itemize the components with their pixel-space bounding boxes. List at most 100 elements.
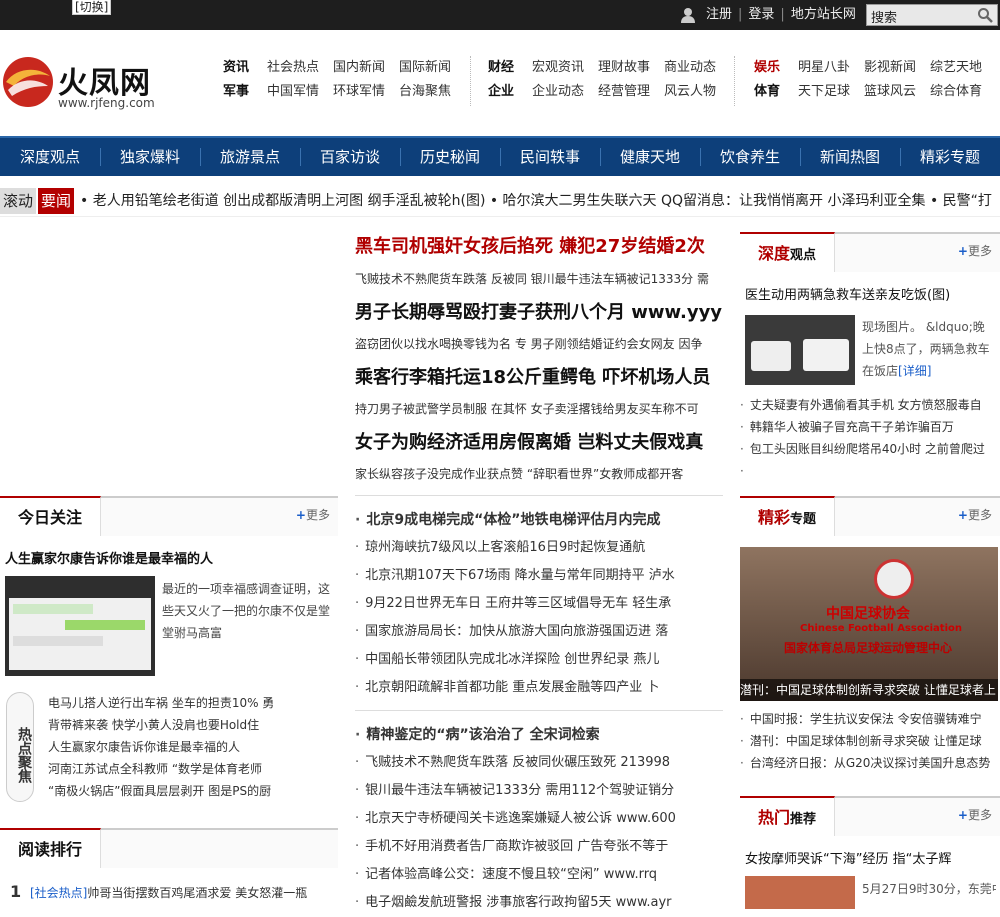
list-item[interactable]: 手机不好用消费者告厂商欺诈被驳回 广告夸张不等于: [355, 833, 723, 861]
main-nav-item[interactable]: 精彩专题: [900, 138, 1000, 176]
list-item[interactable]: 河南江苏试点全科教师 “数学是体育老师: [48, 758, 338, 780]
list-item[interactable]: 9月22日世界无车日 王府井等三区域倡导无车 轻生承: [355, 590, 723, 618]
search-input[interactable]: 搜索: [866, 4, 998, 26]
nav-category[interactable]: 军事: [223, 84, 249, 99]
tab-depth[interactable]: 深度观点: [740, 232, 836, 272]
nav-link[interactable]: 宏观资讯: [532, 60, 584, 75]
main-nav-item[interactable]: 饮食养生: [700, 138, 800, 176]
today-desc: 最近的一项幸福感调查证明，这些天又火了一把的尔康不仅是堂堂驸马高富: [162, 582, 331, 640]
today-headline[interactable]: 人生赢家尔康告诉你谁是最幸福的人: [5, 548, 213, 567]
list-item[interactable]: 韩籍华人被骗子冒充高干子弟诈骗百万: [740, 416, 1000, 438]
ticker-text[interactable]: • 老人用铅笔绘老街道 创出成都版清明上河图 纲手淫乱被轮h(图) • 哈尔滨大…: [80, 188, 992, 214]
detail-link[interactable]: [详细]: [898, 364, 931, 378]
list-item[interactable]: 潜刊：中国足球体制创新寻求突破 让懂足球: [740, 730, 1000, 752]
main-nav-item[interactable]: 独家爆料: [100, 138, 200, 176]
list-item[interactable]: 北京朝阳疏解非首都功能 重点发展金融等四产业 卜: [355, 674, 723, 702]
list-item[interactable]: 背带裤来袭 快学小黄人没肩也要Hold住: [48, 714, 338, 736]
tab-reading-rank[interactable]: 阅读排行: [0, 828, 102, 868]
rank-category[interactable]: [社会热点]: [30, 886, 87, 900]
list-item[interactable]: 电子烟鹼发航班警报 涉事旅客行政拘留5天 www.ayr: [355, 889, 723, 917]
nav-category[interactable]: 企业: [488, 84, 514, 99]
headline-link[interactable]: 乘客行李箱托运18公斤重鳄龟 吓坏机场人员: [355, 363, 710, 389]
headline-sub[interactable]: 持刀男子被武警学员制服 在其怀 女子卖淫撂钱给男友买车称不可: [355, 400, 720, 417]
nav-link[interactable]: 环球军情: [333, 84, 385, 99]
list-item[interactable]: “南极火锅店”假面具层层剥开 图是PS的厨: [48, 780, 338, 802]
list-item[interactable]: 银川最牛违法车辆被记1333分 需用112个驾驶证销分: [355, 777, 723, 805]
nav-link[interactable]: 中国军情: [267, 84, 319, 99]
headline-sub[interactable]: 盗窃团伙以找水喝换零钱为名 专 男子刚领结婚证约会女网友 因争: [355, 335, 720, 352]
headline-link[interactable]: 黑车司机强奸女孩后掐死 嫌犯27岁结婚2次: [355, 232, 705, 258]
more-link[interactable]: +更多: [958, 506, 992, 523]
nav-link[interactable]: 企业动态: [532, 84, 584, 99]
depth-box-header: 深度观点 +更多: [740, 232, 1000, 272]
main-nav: 深度观点 独家爆料 旅游景点 百家访谈 历史秘闻 民间轶事 健康天地 饮食养生 …: [0, 136, 1000, 176]
list-item[interactable]: 北京汛期107天下67场雨 降水量与常年同期持平 泸水: [355, 562, 723, 590]
nav-link[interactable]: 国际新闻: [399, 60, 451, 75]
list-item[interactable]: 琼州海峡抗7级风以上客滚船16日9时起恢复通航: [355, 534, 723, 562]
nav-link[interactable]: 商业动态: [664, 60, 716, 75]
today-thumbnail[interactable]: [5, 576, 155, 676]
list-item[interactable]: 北京天宁寺桥硬闯关卡逃逸案嫌疑人被公诉 www.600: [355, 805, 723, 833]
hot-thumbnail[interactable]: [745, 876, 855, 909]
register-link[interactable]: 注册: [706, 7, 732, 22]
nav-link[interactable]: 风云人物: [664, 84, 716, 99]
list-item[interactable]: 台湾经济日报：从G20决议探讨美国升息态势: [740, 752, 1000, 774]
nav-link[interactable]: 综合体育: [930, 84, 982, 99]
nav-link[interactable]: 理财故事: [598, 60, 650, 75]
main-nav-item[interactable]: 民间轶事: [500, 138, 600, 176]
image-caption[interactable]: 潜刊：中国足球体制创新寻求突破 让懂足球者上: [740, 679, 998, 701]
main-nav-item[interactable]: 新闻热图: [800, 138, 900, 176]
main-nav-item[interactable]: 旅游景点: [200, 138, 300, 176]
list-title[interactable]: 精神鉴定的“病”该治治了 全宋词检索: [355, 721, 723, 749]
site-logo[interactable]: 火凤网 www.rjfeng.com: [2, 56, 162, 116]
nav-category[interactable]: 娱乐: [754, 60, 780, 75]
main-nav-item[interactable]: 健康天地: [600, 138, 700, 176]
list-item[interactable]: 丈夫疑妻有外遇偷看其手机 女方愤怒服毒自: [740, 394, 1000, 416]
nav-link[interactable]: 综艺天地: [930, 60, 982, 75]
rank-item[interactable]: 1 [社会热点]帅哥当街摆数百鸡尾酒求爱 美女怒灌一瓶: [10, 882, 307, 901]
tab-special[interactable]: 精彩专题: [740, 496, 836, 536]
depth-headline[interactable]: 医生动用两辆急救车送亲友吃饭(图): [745, 284, 950, 303]
nav-link[interactable]: 天下足球: [798, 84, 850, 99]
nav-link[interactable]: 明星八卦: [798, 60, 850, 75]
headline-link[interactable]: 女子为购经济适用房假离婚 岂料丈夫假戏真: [355, 428, 703, 454]
nav-link[interactable]: 影视新闻: [864, 60, 916, 75]
hot-headline[interactable]: 女按摩师哭诉“下海”经历 指“太子辉: [745, 848, 951, 867]
list-item[interactable]: 电马儿搭人逆行出车祸 坐车的担责10% 勇: [48, 692, 338, 714]
main-nav-item[interactable]: 历史秘闻: [400, 138, 500, 176]
tab-today[interactable]: 今日关注: [0, 496, 102, 536]
headline-link[interactable]: 男子长期辱骂殴打妻子获刑八个月 www.yyy: [355, 298, 722, 324]
nav-category[interactable]: 资讯: [223, 60, 249, 75]
main-nav-item[interactable]: 百家访谈: [300, 138, 400, 176]
list-item[interactable]: 中国船长带领团队完成北冰洋探险 创世界纪录 燕儿: [355, 646, 723, 674]
list-item[interactable]: 人生赢家尔康告诉你谁是最幸福的人: [48, 736, 338, 758]
nav-link[interactable]: 台海聚焦: [399, 84, 451, 99]
local-site-link[interactable]: 地方站长网: [791, 7, 856, 22]
depth-desc: 现场图片。 &ldquo;晚上快8点了，两辆急救车在饭店[详细]: [862, 320, 990, 378]
headline-sub[interactable]: 家长纵容孩子没完成作业获点赞 “辞职看世界”女教师成都开客: [355, 465, 720, 482]
list-item[interactable]: 飞贼技术不熟爬货车跌落 反被同伙碾压致死 213998: [355, 749, 723, 777]
main-nav-item[interactable]: 深度观点: [0, 138, 100, 176]
nav-link[interactable]: 国内新闻: [333, 60, 385, 75]
switch-city-link[interactable]: [切换]: [72, 0, 112, 15]
login-link[interactable]: 登录: [748, 7, 774, 22]
nav-category[interactable]: 财经: [488, 60, 514, 75]
rank-text[interactable]: 帅哥当街摆数百鸡尾酒求爱 美女怒灌一瓶: [87, 886, 307, 900]
headline-sub[interactable]: 飞贼技术不熟爬货车跌落 反被同 银川最牛违法车辆被记1333分 需: [355, 270, 720, 287]
list-title[interactable]: 北京9成电梯完成“体检”地铁电梯评估月内完成: [355, 506, 723, 534]
list-item[interactable]: 国家旅游局局长：加快从旅游大国向旅游强国迈进 落: [355, 618, 723, 646]
nav-link[interactable]: 经营管理: [598, 84, 650, 99]
nav-link[interactable]: 社会热点: [267, 60, 319, 75]
depth-thumbnail[interactable]: [745, 315, 855, 385]
search-icon[interactable]: [977, 7, 993, 23]
nav-link[interactable]: 篮球风云: [864, 84, 916, 99]
special-image[interactable]: 中国足球协会 Chinese Football Association 国家体育…: [740, 547, 998, 701]
list-item[interactable]: 包工头因账目纠纷爬塔吊40小时 之前曾爬过: [740, 438, 1000, 460]
list-item[interactable]: 记者体验高峰公交：速度不慢且较“空闲” www.rrq: [355, 861, 723, 889]
more-link[interactable]: +更多: [296, 506, 330, 523]
nav-category[interactable]: 体育: [754, 84, 780, 99]
list-item[interactable]: 中国时报：学生抗议安保法 令安倍骥铸难宁: [740, 708, 1000, 730]
tab-hot[interactable]: 热门推荐: [740, 796, 836, 836]
more-link[interactable]: +更多: [958, 242, 992, 259]
more-link[interactable]: +更多: [958, 806, 992, 823]
